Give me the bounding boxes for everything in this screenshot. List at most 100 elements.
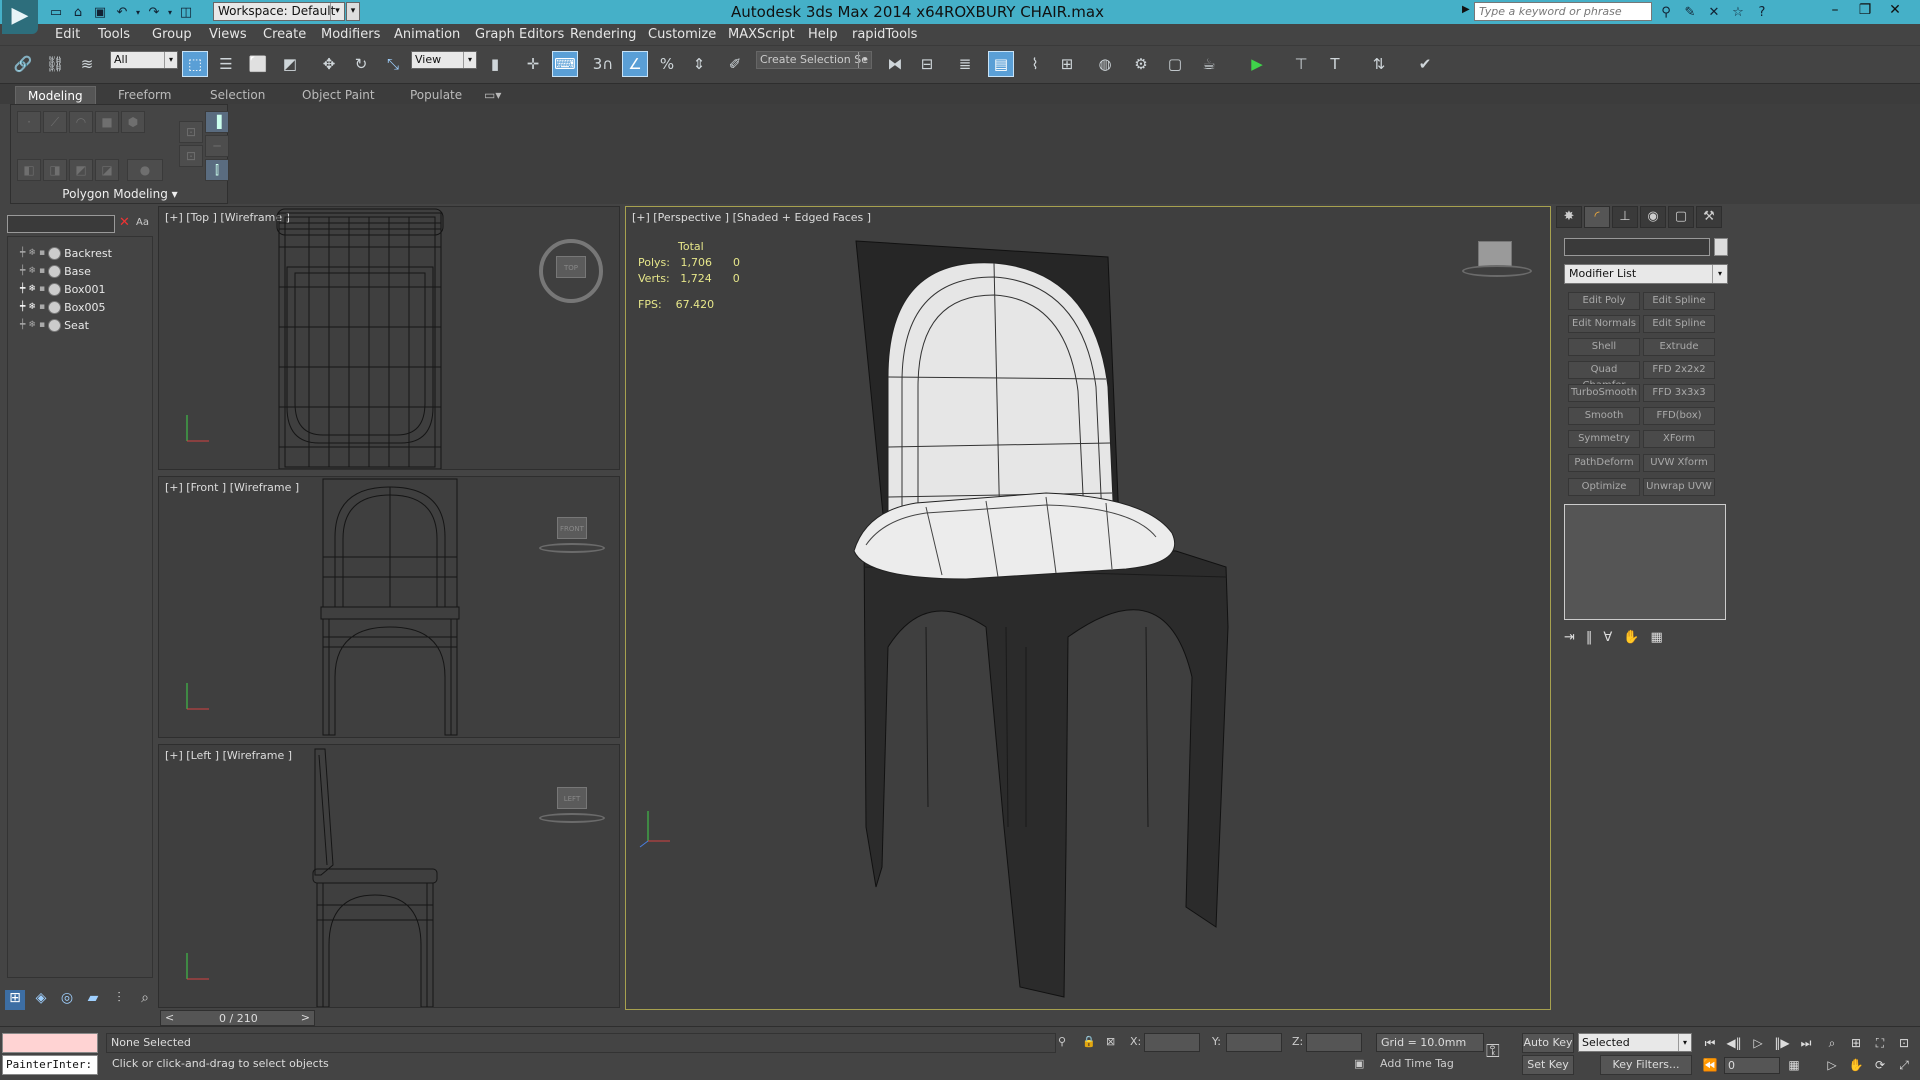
ignore-backfacing-icon[interactable]: ◪ [95,159,119,181]
border-icon[interactable]: ◠ [69,111,93,133]
tab-populate[interactable]: Populate [398,86,474,104]
zoom-icon[interactable]: ⌕ [1822,1033,1842,1053]
communication-icon[interactable]: ✕ [1704,2,1724,22]
element-icon[interactable]: ⬢ [121,111,145,133]
modifier-button[interactable]: TurboSmooth [1568,384,1640,402]
menu-tools[interactable]: Tools [98,27,130,42]
utilities-tab-icon[interactable]: ⚒ [1696,206,1722,228]
viewport-left[interactable]: [+] [Left ] [Wireframe ] LEFT [158,744,620,1008]
menu-help[interactable]: Help [808,27,838,42]
freeze-icon[interactable]: ❄ [28,266,36,276]
use-displacement-icon[interactable]: ⊡ [179,145,203,167]
hide-icon[interactable]: ▪ [39,302,45,312]
viewport-perspective[interactable]: [+] [Perspective ] [Shaded + Edged Faces… [625,206,1551,1010]
play-icon[interactable]: ▷ [1748,1033,1768,1053]
time-tag-icon[interactable]: ▣ [1354,1057,1364,1070]
search-input[interactable]: Type a keyword or phrase [1474,2,1652,21]
close-icon[interactable]: ✕ [1880,0,1910,22]
schematic-view-icon[interactable]: ⊞ [1054,51,1080,77]
menu-graph-editors[interactable]: Graph Editors [475,27,564,42]
custom-tool-2-icon[interactable]: ✔ [1412,51,1438,77]
tab-freeform[interactable]: Freeform [106,86,183,104]
quick-access-customize-button[interactable]: ▾ [346,2,360,21]
pivot-center-icon[interactable]: ▮ [482,51,508,77]
restore-icon[interactable]: ❐ [1850,0,1880,22]
help-icon[interactable]: ? [1752,2,1772,22]
named-selection-dropdown[interactable]: Create Selection Se ▾ [756,51,872,69]
time-config-icon[interactable]: ▦ [1784,1055,1804,1075]
new-file-icon[interactable]: ▭ [46,2,66,22]
reference-coordinate-dropdown[interactable]: View ▾ [411,51,477,69]
freeze-icon[interactable]: ❄ [28,284,36,294]
modifier-button[interactable]: Extrude [1643,338,1715,356]
vertex-icon[interactable]: · [17,111,41,133]
list-item[interactable]: ┿ ❄ ▪ Base [20,263,91,279]
motion-tab-icon[interactable]: ◉ [1640,206,1666,228]
menu-views[interactable]: Views [209,27,247,42]
play-script-icon[interactable]: ▶ [1244,51,1270,77]
modify-mode-icon[interactable]: ⊡ [179,121,203,143]
material-editor-icon[interactable]: ◍ [1092,51,1118,77]
select-and-link-icon[interactable]: 🔗 [10,51,36,77]
absolute-mode-icon[interactable]: ⊠ [1106,1035,1115,1048]
menu-edit[interactable]: Edit [55,27,80,42]
project-folder-icon[interactable]: ◫ [176,2,196,22]
hide-icon[interactable]: ▪ [39,284,45,294]
menu-rapidtools[interactable]: rapidTools [852,27,917,42]
zoom-extents-icon[interactable]: ⛶ [1870,1033,1890,1053]
modifier-button[interactable]: FFD 3x3x3 [1643,384,1715,402]
set-key-icon[interactable]: ⚿ [1486,1041,1500,1062]
redo-icon[interactable]: ↷ [144,2,164,22]
tree-expand-icon[interactable]: ┿ [20,320,25,330]
custom-tool-icon[interactable]: ⇅ [1366,51,1392,77]
case-sensitive-icon[interactable]: Aa [136,217,149,228]
menu-animation[interactable]: Animation [394,27,460,42]
freeze-icon[interactable]: ❄ [28,302,36,312]
workspace-dropdown[interactable]: Workspace: Default ▾ [213,2,345,21]
menu-maxscript[interactable]: MAXScript [728,27,795,42]
mirror-icon[interactable]: ⧓ [882,51,908,77]
modifier-button[interactable]: Edit Spline [1643,292,1715,310]
maxscript-listener-output[interactable] [2,1033,98,1053]
sort-by-layer-icon[interactable]: ◈ [31,990,51,1010]
viewcube-icon[interactable]: LEFT [557,787,587,809]
show-end-result-icon[interactable]: ‖ [1586,630,1593,645]
modifier-button[interactable]: Smooth [1568,407,1640,425]
textools-icon[interactable]: T [1322,51,1348,77]
key-filters-button[interactable]: Key Filters... [1600,1055,1692,1075]
select-manipulate-icon[interactable]: ✛ [520,51,546,77]
make-unique-icon[interactable]: ∀ [1603,630,1612,645]
display-objects-icon[interactable]: ▰ [83,990,103,1010]
maximize-viewport-icon[interactable]: ⤢ [1894,1055,1914,1075]
window-crossing-icon[interactable]: ◩ [277,51,303,77]
use-soft-selection-icon[interactable]: ● [127,159,163,181]
selection-filter-dropdown[interactable]: All ▾ [110,51,178,69]
viewport-front[interactable]: [+] [Front ] [Wireframe ] FRONT [158,476,620,738]
object-name-field[interactable] [1564,238,1710,256]
orbit-icon[interactable]: ⟳ [1870,1055,1890,1075]
open-file-icon[interactable]: ⌂ [68,2,88,22]
modifier-button[interactable]: FFD 2x2x2 [1643,361,1715,379]
key-mode-icon[interactable]: ⏪ [1700,1055,1720,1075]
polygon-modeling-label[interactable]: Polygon Modeling ▾ [11,187,229,201]
list-item[interactable]: ┿ ❄ ▪ Box001 [20,281,106,297]
tree-expand-icon[interactable]: ┿ [20,248,25,258]
modifier-button[interactable]: Edit Spline [1643,315,1715,333]
go-to-end-icon[interactable]: ⏭ [1796,1033,1816,1053]
field-of-view-icon[interactable]: ▷ [1822,1055,1842,1075]
edit-named-selection-icon[interactable]: ✐ [722,51,748,77]
binoculars-icon[interactable]: ⚲ [1656,2,1676,22]
spinner-snap-icon[interactable]: ⇕ [686,51,712,77]
preview-subobject-icon[interactable]: ◨ [43,159,67,181]
lock-selection-icon[interactable]: 🔒 [1082,1035,1096,1048]
scale-icon[interactable]: ⤡ [380,51,406,77]
go-to-start-icon[interactable]: ⏮ [1700,1033,1720,1053]
add-time-tag[interactable]: Add Time Tag [1380,1057,1454,1070]
layer-manager-icon[interactable]: ≣ [952,51,978,77]
modifier-button[interactable]: XForm [1643,430,1715,448]
select-by-name-icon[interactable]: ☰ [213,51,239,77]
tree-expand-icon[interactable]: ┿ [20,302,25,312]
modifier-stack[interactable] [1564,504,1726,620]
modifier-button[interactable]: Quad Chamfer [1568,361,1640,391]
list-item[interactable]: ┿ ❄ ▪ Box005 [20,299,106,315]
